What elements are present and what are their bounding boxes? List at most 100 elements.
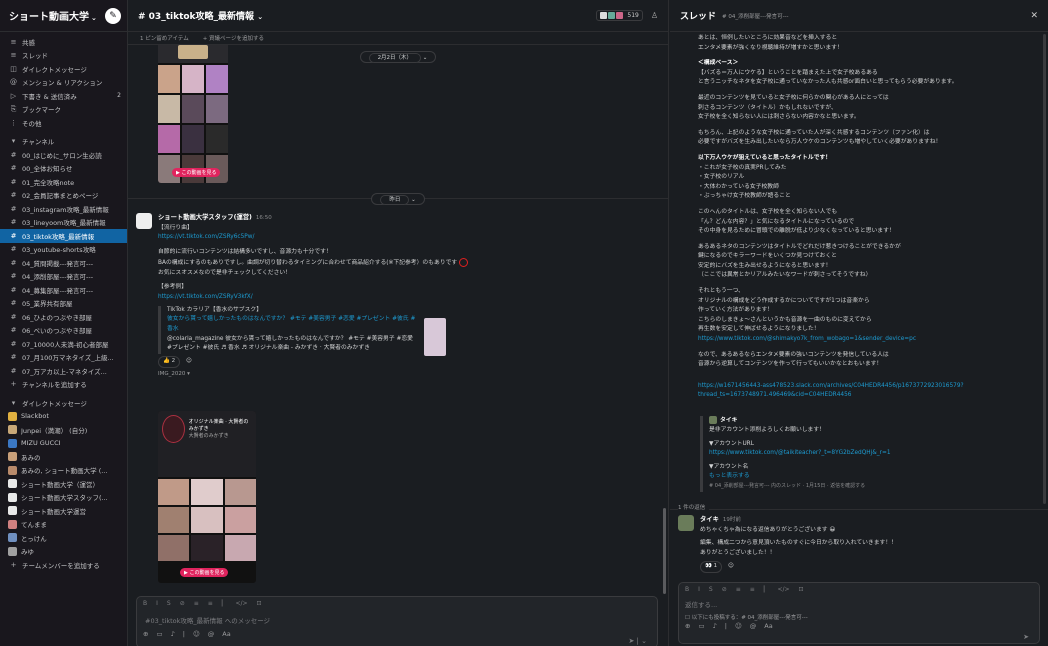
sidebar-channel[interactable]: #06_べいのつぶやき部屋 xyxy=(0,324,127,338)
sidebar-channel[interactable]: #04_添削部屋---発言可--- xyxy=(0,270,127,284)
shared-message[interactable]: タイキ 是非アカウント添削よろしくお願いします！ ▼アカウントURL https… xyxy=(700,416,1030,492)
send-icon[interactable]: ➤ xyxy=(1023,633,1029,641)
sidebar-dm[interactable]: みゆ xyxy=(0,545,127,559)
sidebar-channel[interactable]: #06_ひよのつぶやき部屋 xyxy=(0,310,127,324)
link-icon[interactable]: ⊘ xyxy=(180,600,185,607)
sidebar-item-bookmarks[interactable]: ⎘ ブックマーク xyxy=(0,103,127,117)
message-input[interactable]: #03_tiktok攻略_最新情報 へのメッセージ xyxy=(137,610,657,630)
tiktok-preview-image[interactable] xyxy=(424,317,446,356)
mic-icon[interactable]: ♪ xyxy=(713,622,717,630)
mention-icon[interactable]: @ xyxy=(208,630,215,638)
sidebar-channel[interactable]: #07_月100万マネタイズ_上級... xyxy=(0,351,127,365)
sidebar-dm[interactable]: ショート動画大学（運営） xyxy=(0,477,127,491)
add-reaction-icon[interactable]: ☺ xyxy=(724,562,738,572)
tiktok-link[interactable]: https://vt.tiktok.com/ZSRy6c5Pw/ xyxy=(158,233,656,243)
sidebar-channel[interactable]: #03_tiktok攻略_最新情報 xyxy=(0,229,127,243)
sidebar-dm[interactable]: とっけん xyxy=(0,531,127,545)
compose-icon[interactable]: ✎ xyxy=(105,7,121,24)
reply-input[interactable]: 返信する... xyxy=(679,596,1039,612)
add-member-button[interactable]: + チームメンバーを追加する xyxy=(0,558,127,572)
ordered-list-icon[interactable]: ≡ xyxy=(736,586,741,593)
sidebar-channel[interactable]: #07_万アカ以上-マネタイズ... xyxy=(0,364,127,378)
file-label[interactable]: IMG_2020 ▾ xyxy=(158,370,656,380)
dm-header[interactable]: ▾ ダイレクトメッセージ xyxy=(0,396,127,410)
thread-link[interactable]: thread_ts=1673748971.496469&cid=C04HEDR4… xyxy=(698,391,1038,401)
quote-icon[interactable]: ▏ xyxy=(764,586,769,593)
sidebar-item-huddles[interactable]: ≡ 共感 xyxy=(0,35,127,49)
sidebar-channel[interactable]: #01_完全攻略note xyxy=(0,175,127,189)
message-author[interactable]: ショート動画大学スタッフ(運営) xyxy=(158,214,252,221)
sidebar-channel[interactable]: #07_10000人未満-初心者部屋 xyxy=(0,337,127,351)
sidebar-channel[interactable]: #05_業界共有部屋 xyxy=(0,297,127,311)
bullet-list-icon[interactable]: ≡ xyxy=(208,600,213,607)
bold-icon[interactable]: B xyxy=(685,586,689,593)
plus-icon[interactable]: ⊕ xyxy=(143,630,148,638)
sidebar-item-threads[interactable]: ≡ スレッド xyxy=(0,49,127,63)
sidebar-dm[interactable]: Junpei（満潮） (自分) xyxy=(0,423,127,437)
reply-message[interactable]: タイキ 19时前 めちゃくちゃ為になる返信ありがとうございます 😀 編集、構成二つ… xyxy=(678,515,1038,573)
scrollbar[interactable] xyxy=(1043,34,1046,504)
quote-icon[interactable]: ▏ xyxy=(222,600,227,607)
show-more-link[interactable]: もっと表示する xyxy=(709,472,1030,482)
reaction[interactable]: 👀 1 xyxy=(700,560,723,573)
play-video-button[interactable]: ▶ この動画を見る xyxy=(172,168,221,177)
workspace-header[interactable]: ショート動画大学 ⌄ ✎ xyxy=(0,0,127,32)
workspace-name[interactable]: ショート動画大学 ⌄ xyxy=(9,8,105,23)
video-icon[interactable]: ▭ xyxy=(156,630,162,638)
emoji-icon[interactable]: ☺ xyxy=(193,630,200,638)
strike-icon[interactable]: S xyxy=(709,586,713,593)
date-pill[interactable]: 2月2日（木） ⌄ xyxy=(359,51,437,63)
channels-header[interactable]: ▾ チャンネル xyxy=(0,135,127,149)
emoji-icon[interactable]: ☺ xyxy=(735,622,742,630)
close-icon[interactable]: ✕ xyxy=(1030,11,1038,21)
checkbox-icon[interactable]: ☐ xyxy=(685,615,692,621)
sidebar-channel[interactable]: #04_質問掲載---発言可--- xyxy=(0,256,127,270)
add-bookmark-link[interactable]: + 資議ページを追加する xyxy=(203,34,264,42)
plus-icon[interactable]: ⊕ xyxy=(685,622,690,630)
add-reaction-icon[interactable]: ☺ xyxy=(182,357,196,367)
code-icon[interactable]: </> xyxy=(777,586,789,593)
video-thumbnail[interactable]: ▶ この動画を見る xyxy=(158,45,228,183)
sidebar-dm[interactable]: あみの xyxy=(0,450,127,464)
sidebar-channel[interactable]: #03_instagram攻略_最新情報 xyxy=(0,202,127,216)
thread-link[interactable]: https://w1671456443-ass478523.slack.com/… xyxy=(698,382,1038,392)
sidebar-channel[interactable]: #00_はじめに_サロン生必読 xyxy=(0,148,127,162)
code-block-icon[interactable]: ⊡ xyxy=(257,600,262,607)
sidebar-dm[interactable]: てんまま xyxy=(0,518,127,532)
video-thumbnail[interactable]: オリジナル楽曲 · 大賢者のみかずき 大賢者のみかずき ▶ この動画を見る xyxy=(158,411,256,583)
sidebar-item-drafts[interactable]: ▷ 下書き & 送信済み 2 xyxy=(0,89,127,103)
add-channel-button[interactable]: + チャンネルを追加する xyxy=(0,378,127,392)
mention-icon[interactable]: @ xyxy=(750,622,757,630)
thread-channel[interactable]: # 04_添削部屋---発言可--- xyxy=(722,12,1030,20)
code-icon[interactable]: </> xyxy=(235,600,247,607)
scrollbar[interactable] xyxy=(663,508,666,594)
text-format-icon[interactable]: Aa xyxy=(222,630,230,638)
bold-icon[interactable]: B xyxy=(143,600,147,607)
sidebar-item-mentions[interactable]: @ メンション & リアクション xyxy=(0,76,127,90)
message-time[interactable]: 16:50 xyxy=(256,215,272,221)
add-user-icon[interactable]: ♙ xyxy=(651,11,658,20)
sidebar-dm[interactable]: Slackbot xyxy=(0,410,127,424)
sidebar-channel[interactable]: #00_全体お知らせ xyxy=(0,162,127,176)
tiktok-link[interactable]: https://vt.tiktok.com/ZSRyV3kfX/ xyxy=(158,293,656,303)
sidebar-channel[interactable]: #03_lineyoom攻略_最新情報 xyxy=(0,216,127,230)
code-block-icon[interactable]: ⊡ xyxy=(799,586,804,593)
strike-icon[interactable]: S xyxy=(167,600,171,607)
play-video-button[interactable]: ▶ この動画を見る xyxy=(180,568,229,577)
pinned-items-link[interactable]: 1 ピン留めアイテム xyxy=(140,34,189,42)
sidebar-dm[interactable]: あみの, ショート動画大学 (... xyxy=(0,464,127,478)
sidebar-item-more[interactable]: ⋮ その他 xyxy=(0,116,127,130)
date-pill[interactable]: 昨日 ⌄ xyxy=(371,193,425,205)
sidebar-channel[interactable]: #04_募集部屋---発言可--- xyxy=(0,283,127,297)
italic-icon[interactable]: I xyxy=(698,586,700,593)
video-icon[interactable]: ▭ xyxy=(698,622,704,630)
sidebar-channel[interactable]: #02_会員記事まとめページ xyxy=(0,189,127,203)
italic-icon[interactable]: I xyxy=(156,600,158,607)
member-count-button[interactable]: 519 xyxy=(596,10,643,21)
sidebar-dm[interactable]: ショート動画大学運営 xyxy=(0,504,127,518)
mic-icon[interactable]: ♪ xyxy=(171,630,175,638)
sidebar-channel[interactable]: #03_youtube-shorts攻略 xyxy=(0,243,127,257)
ordered-list-icon[interactable]: ≡ xyxy=(194,600,199,607)
sidebar-dm[interactable]: ショート動画大学スタッフ(... xyxy=(0,491,127,505)
bullet-list-icon[interactable]: ≡ xyxy=(750,586,755,593)
